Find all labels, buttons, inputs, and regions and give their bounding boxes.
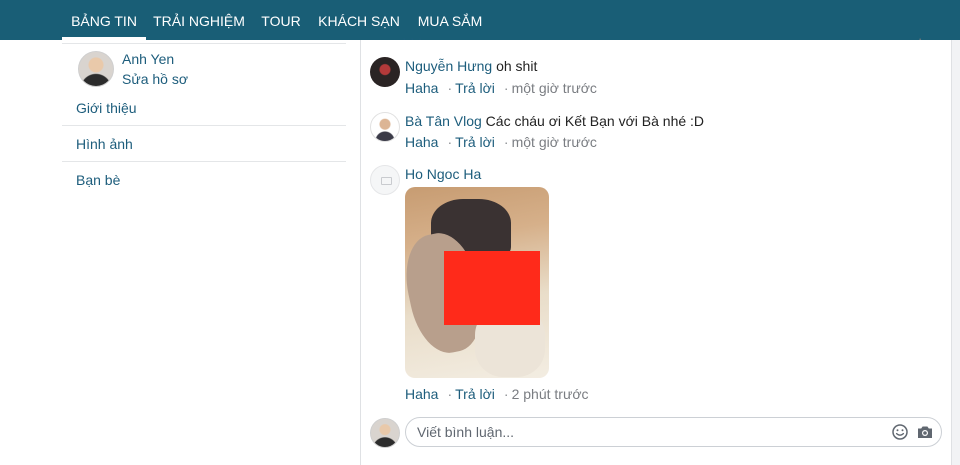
comment-avatar[interactable]	[370, 57, 400, 87]
composer-avatar	[370, 418, 400, 448]
reaction-link[interactable]: Haha	[405, 386, 438, 402]
comment-text: Các cháu ơi Kết Bạn với Bà nhé :D	[481, 113, 705, 129]
profile-avatar[interactable]	[78, 51, 114, 87]
sidebar-item-friends[interactable]: Bạn bè	[76, 172, 120, 188]
tab-shopping[interactable]: MUA SẮM	[412, 0, 488, 40]
sidebar-item-photos[interactable]: Hình ảnh	[76, 136, 133, 152]
comment-timestamp: một giờ trước	[511, 80, 597, 96]
separator-dot: ·	[447, 386, 453, 402]
smiley-icon[interactable]	[891, 423, 909, 441]
tab-tour[interactable]: TOUR	[256, 0, 306, 40]
comment-text: oh shit	[492, 58, 538, 74]
separator-dot: ·	[503, 386, 509, 402]
reply-link[interactable]: Trả lời	[455, 134, 495, 150]
clipped-text-fragment: ·	[918, 31, 923, 46]
sidebar-top-divider	[62, 43, 346, 44]
separator-dot: ·	[447, 134, 453, 150]
tab-experiences[interactable]: TRẢI NGHIỆM	[150, 0, 248, 40]
comment-actions: Haha · Trả lời · một giờ trước	[405, 80, 597, 96]
comment-timestamp: một giờ trước	[511, 134, 597, 150]
tab-news-feed[interactable]: BẢNG TIN	[62, 0, 146, 40]
sidebar-divider	[62, 125, 346, 126]
comment-timestamp: 2 phút trước	[511, 386, 589, 402]
reply-link[interactable]: Trả lời	[455, 80, 495, 96]
comment-body: Ho Ngoc Ha	[405, 166, 481, 182]
edit-profile-link[interactable]: Sửa hồ sơ	[122, 71, 188, 87]
clipped-text-fragment: · · ·	[402, 31, 423, 46]
comment-body: Bà Tân Vlog Các cháu ơi Kết Bạn với Bà n…	[405, 113, 704, 129]
reaction-link[interactable]: Haha	[405, 80, 438, 96]
comment-avatar[interactable]	[370, 112, 400, 142]
separator-dot: ·	[503, 80, 509, 96]
sidebar-divider	[62, 161, 346, 162]
comment-author[interactable]: Ho Ngoc Ha	[405, 166, 481, 182]
camera-icon[interactable]	[916, 423, 934, 441]
comment-author[interactable]: Bà Tân Vlog	[405, 113, 482, 129]
reply-link[interactable]: Trả lời	[455, 386, 495, 402]
comment-body: Nguyễn Hưng oh shit	[405, 58, 537, 74]
sidebar: Anh Yen Sửa hồ sơ Giới thiệu Hình ảnh Bạ…	[0, 40, 360, 465]
comment-author[interactable]: Nguyễn Hưng	[405, 58, 492, 74]
tab-hotels[interactable]: KHÁCH SẠN	[314, 0, 404, 40]
separator-dot: ·	[447, 80, 453, 96]
comment-avatar[interactable]	[370, 165, 400, 195]
redaction-box	[444, 251, 540, 325]
sidebar-item-about[interactable]: Giới thiệu	[76, 100, 137, 116]
profile-name[interactable]: Anh Yen	[122, 51, 174, 67]
reaction-link[interactable]: Haha	[405, 134, 438, 150]
comment-actions: Haha · Trả lời · 2 phút trước	[405, 386, 589, 402]
top-nav: BẢNG TIN TRẢI NGHIỆM TOUR KHÁCH SẠN MUA …	[0, 0, 960, 40]
comment-actions: Haha · Trả lời · một giờ trước	[405, 134, 597, 150]
comment-input[interactable]	[405, 417, 942, 447]
separator-dot: ·	[503, 134, 509, 150]
